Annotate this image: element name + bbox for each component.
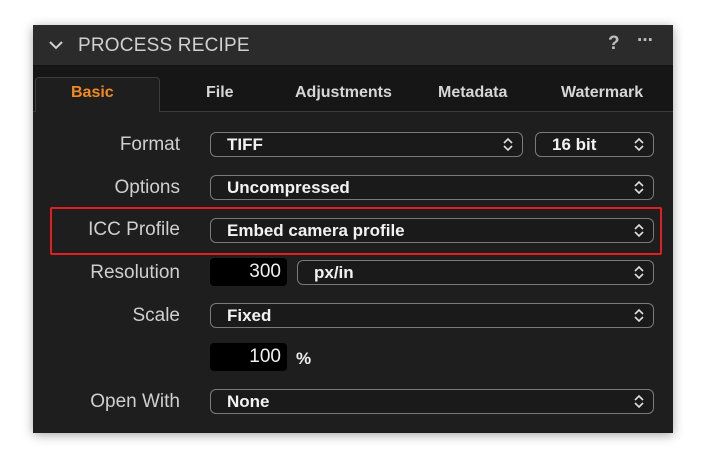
options-select[interactable]: Uncompressed: [210, 175, 654, 200]
chevron-down-icon[interactable]: [48, 37, 64, 53]
tab-basic[interactable]: Basic: [35, 77, 160, 112]
resolution-input[interactable]: 300: [210, 258, 287, 286]
scale-percent-input[interactable]: 100: [210, 343, 287, 371]
scale-label: Scale: [132, 305, 180, 326]
more-options-icon[interactable]: ···: [637, 30, 654, 52]
help-icon[interactable]: ?: [608, 33, 620, 55]
open-with-label: Open With: [90, 391, 180, 412]
open-with-select[interactable]: None: [210, 389, 654, 414]
panel-header[interactable]: PROCESS RECIPE ? ···: [33, 25, 673, 66]
up-down-arrows-icon: [634, 394, 644, 409]
options-value: Uncompressed: [227, 178, 350, 197]
bit-depth-value: 16 bit: [552, 135, 597, 154]
up-down-arrows-icon: [634, 308, 644, 323]
tab-watermark[interactable]: Watermark: [561, 84, 643, 102]
panel-title: PROCESS RECIPE: [78, 35, 250, 56]
format-label: Format: [119, 134, 180, 155]
up-down-arrows-icon: [503, 137, 513, 152]
open-with-value: None: [227, 392, 270, 411]
format-value: TIFF: [227, 135, 263, 154]
tab-basic-label: Basic: [71, 84, 114, 101]
up-down-arrows-icon: [634, 137, 644, 152]
tab-metadata[interactable]: Metadata: [438, 84, 507, 102]
resolution-label: Resolution: [90, 262, 180, 283]
resolution-unit-value: px/in: [314, 263, 354, 282]
scale-select[interactable]: Fixed: [210, 303, 654, 328]
bit-depth-select[interactable]: 16 bit: [535, 132, 654, 157]
tab-adjustments[interactable]: Adjustments: [295, 84, 392, 102]
scale-percent-unit: %: [296, 349, 312, 368]
resolution-number: 300: [249, 261, 281, 282]
options-label: Options: [114, 177, 180, 198]
tab-file[interactable]: File: [206, 84, 234, 102]
resolution-unit-select[interactable]: px/in: [297, 260, 654, 285]
up-down-arrows-icon: [634, 265, 644, 280]
format-select[interactable]: TIFF: [210, 132, 523, 157]
scale-value: Fixed: [227, 306, 272, 325]
up-down-arrows-icon: [634, 180, 644, 195]
icc-profile-highlight-box: [50, 207, 662, 255]
scale-percent-number: 100: [249, 346, 281, 367]
